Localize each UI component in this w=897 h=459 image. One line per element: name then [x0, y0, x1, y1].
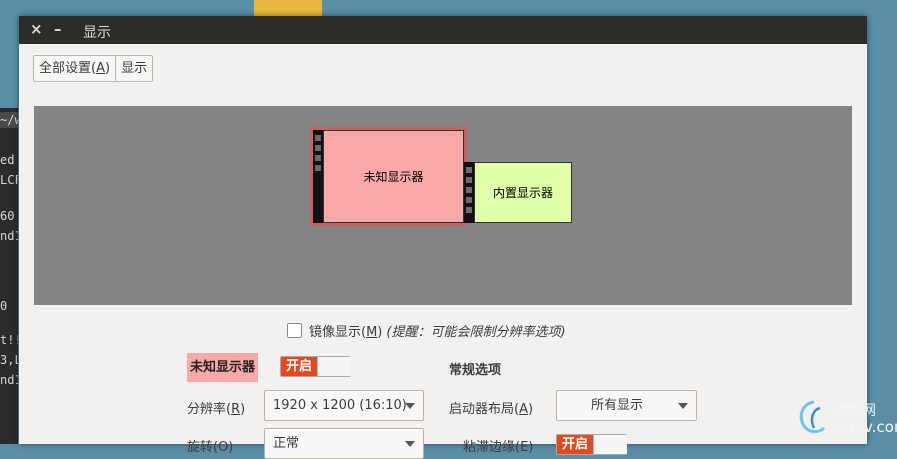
- monitor-unknown[interactable]: 未知显示器: [310, 127, 467, 226]
- all-settings-button[interactable]: 全部设置(A): [34, 56, 115, 81]
- terminal-text: ~/w: [0, 112, 18, 128]
- terminal-text: 60: [0, 209, 15, 223]
- selected-monitor-name: 未知显示器: [187, 353, 259, 382]
- mirror-displays-row: 镜像显示(M) (提醒：可能会限制分辨率选项): [287, 320, 566, 340]
- watermark-text-cn: 运维网: [834, 403, 876, 419]
- chevron-down-icon: [678, 403, 688, 409]
- terminal-text: LCF: [0, 173, 18, 187]
- terminal-text: 3,L: [0, 353, 18, 367]
- monitor-arrangement-canvas[interactable]: 未知显示器 内置显示器: [34, 106, 852, 305]
- mirror-hint: (提醒：可能会限制分辨率选项): [386, 324, 566, 340]
- monitor-label: 内置显示器: [474, 162, 572, 223]
- monitor-power-toggle[interactable]: 开启: [280, 356, 351, 377]
- close-icon[interactable]: ×: [30, 20, 43, 38]
- rotation-label: 旋转(O): [187, 440, 234, 455]
- window-title: 显示: [83, 25, 111, 41]
- mirror-displays-checkbox[interactable]: [287, 322, 302, 338]
- terminal-text: nd1: [0, 229, 18, 243]
- mirror-displays-label[interactable]: 镜像显示(M): [309, 321, 382, 340]
- chevron-down-icon: [405, 441, 415, 447]
- toggle-knob[interactable]: [593, 435, 627, 454]
- toggle-on-label: 开启: [281, 357, 317, 376]
- terminal-text: t!!: [0, 333, 18, 347]
- monitor-builtin[interactable]: 内置显示器: [464, 162, 572, 223]
- watermark-text-en: iyunv.com: [832, 418, 897, 436]
- launcher-placement-value: 所有显示: [590, 398, 643, 413]
- sticky-edges-label: 粘滞边缘(E): [463, 440, 534, 455]
- minimize-icon[interactable]: –: [54, 20, 62, 38]
- background-terminal: ~/w ed LCF 60 nd1 0 t!! 3,L nd1: [0, 108, 18, 444]
- toggle-knob[interactable]: [317, 357, 351, 376]
- resolution-label: 分辨率(R): [187, 402, 246, 417]
- chevron-down-icon: [405, 403, 415, 409]
- toggle-on-label: 开启: [557, 435, 593, 454]
- resolution-value: 1920 x 1200 (16:10): [273, 398, 407, 413]
- launcher-placement-select[interactable]: 所有显示: [556, 390, 697, 421]
- resolution-select[interactable]: 1920 x 1200 (16:10): [264, 390, 424, 421]
- monitor-handle[interactable]: [313, 130, 323, 223]
- terminal-text: ed: [0, 153, 15, 167]
- display-settings-window: × – 显示 全部设置(A) 显示 未知显示器 内置显示器 镜像显示(M) (提…: [19, 16, 867, 459]
- window-titlebar: × – 显示: [19, 16, 867, 44]
- settings-toolbar: 全部设置(A) 显示: [33, 55, 154, 82]
- site-watermark: 运维网 iyunv.com: [790, 396, 897, 444]
- launcher-placement-label: 启动器布局(A): [449, 402, 534, 417]
- general-options-heading: 常规选项: [449, 363, 502, 378]
- display-breadcrumb-button[interactable]: 显示: [115, 56, 152, 81]
- desktop-panel-tab: [254, 0, 322, 16]
- monitor-handle[interactable]: [464, 162, 474, 223]
- monitor-label: 未知显示器: [323, 130, 464, 223]
- terminal-text: 0: [0, 299, 8, 313]
- watermark-logo-icon: [799, 400, 826, 434]
- sticky-edges-toggle[interactable]: 开启: [556, 434, 627, 455]
- terminal-text: nd1: [0, 373, 18, 387]
